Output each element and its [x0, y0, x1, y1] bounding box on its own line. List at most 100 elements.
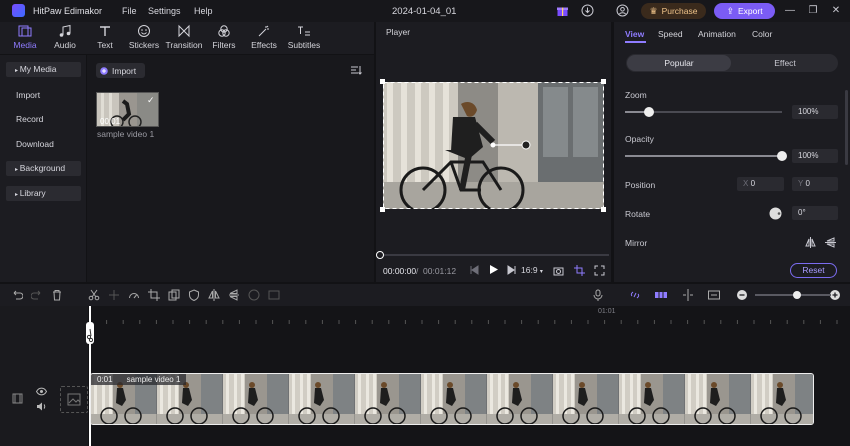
- previous-frame-icon[interactable]: [469, 265, 479, 275]
- scissors-icon[interactable]: [88, 289, 100, 301]
- link-icon[interactable]: [629, 289, 641, 301]
- nav-my-media[interactable]: ▸ My Media: [6, 62, 81, 77]
- segment-popular[interactable]: Popular: [627, 55, 731, 71]
- crop-handle-br[interactable]: [601, 207, 606, 212]
- zoom-value: 100%: [798, 107, 819, 116]
- flip-vertical-icon[interactable]: [825, 237, 836, 248]
- microphone-icon[interactable]: [592, 289, 604, 301]
- timeline-zoom-handle[interactable]: [793, 291, 801, 299]
- tab-speed[interactable]: Speed: [658, 29, 683, 39]
- tool-filters[interactable]: Filters: [204, 24, 244, 52]
- close-icon[interactable]: ✕: [829, 4, 843, 18]
- split-view-icon[interactable]: [682, 289, 694, 301]
- position-x-label: X: [743, 179, 749, 188]
- position-x-value: 0: [750, 179, 756, 188]
- tool-media[interactable]: Media: [5, 24, 45, 52]
- media-thumbnail[interactable]: ✓ 00:01: [96, 92, 159, 127]
- reverse-icon[interactable]: [268, 289, 280, 301]
- magnet-icon[interactable]: [655, 289, 667, 301]
- caption-icon[interactable]: [708, 289, 720, 301]
- menu-settings[interactable]: Settings: [148, 6, 181, 16]
- plus-circle-icon: [100, 66, 108, 75]
- flip-horizontal-icon[interactable]: [805, 237, 816, 248]
- zoom-value-field[interactable]: 100%: [792, 105, 838, 119]
- import-button[interactable]: Import: [96, 63, 145, 78]
- delete-icon[interactable]: [51, 289, 63, 301]
- nav-import[interactable]: Import: [16, 90, 40, 100]
- video-clip[interactable]: 0:01 sample video 1: [90, 373, 814, 425]
- position-y-value: 0: [805, 179, 810, 188]
- properties-scrollbar[interactable]: [845, 90, 848, 165]
- opacity-slider-handle[interactable]: [777, 151, 787, 161]
- track-cover-slot[interactable]: [60, 386, 88, 413]
- rotate-dial-icon[interactable]: [769, 207, 782, 220]
- tool-audio[interactable]: Audio: [45, 24, 85, 52]
- clip-label-bar: 0:01 sample video 1: [91, 374, 187, 385]
- menu-help[interactable]: Help: [194, 6, 213, 16]
- speed-icon[interactable]: [128, 289, 140, 301]
- opacity-value-field[interactable]: 100%: [792, 149, 838, 163]
- undo-icon[interactable]: [11, 289, 23, 301]
- tool-transition[interactable]: Transition: [164, 24, 204, 52]
- minimize-icon[interactable]: —: [783, 4, 797, 18]
- download-icon[interactable]: [581, 4, 594, 17]
- nav-background[interactable]: ▸ Background: [6, 161, 81, 176]
- crop-handle-bl[interactable]: [380, 207, 385, 212]
- flip-icon[interactable]: [228, 289, 240, 301]
- gift-icon[interactable]: [556, 4, 569, 17]
- fullscreen-icon[interactable]: [594, 265, 605, 276]
- film-icon: [12, 393, 23, 404]
- tool-stickers[interactable]: Stickers: [124, 24, 164, 52]
- position-y-field[interactable]: Y 0: [792, 177, 838, 191]
- player-progress-track[interactable]: [380, 254, 609, 256]
- account-icon[interactable]: [616, 4, 629, 17]
- segment-effect[interactable]: Effect: [735, 55, 835, 71]
- tool-subtitles[interactable]: Subtitles: [284, 24, 324, 52]
- snapshot-icon[interactable]: [553, 265, 564, 276]
- nav-library[interactable]: ▸ Library: [6, 186, 81, 201]
- speaker-icon[interactable]: [36, 402, 47, 411]
- tool-label: Text: [97, 40, 113, 50]
- tab-color[interactable]: Color: [752, 29, 772, 39]
- duplicate-icon[interactable]: [168, 289, 180, 301]
- shield-icon[interactable]: [188, 289, 200, 301]
- redo-icon[interactable]: [31, 289, 43, 301]
- purchase-button[interactable]: ♛ Purchase: [641, 3, 706, 19]
- time-separator: /: [416, 266, 419, 276]
- tab-view[interactable]: View: [625, 29, 644, 39]
- export-label: Export: [737, 6, 763, 16]
- play-icon[interactable]: [488, 264, 499, 275]
- eye-icon[interactable]: [36, 387, 47, 396]
- menu-file[interactable]: File: [122, 6, 137, 16]
- next-frame-icon[interactable]: [507, 265, 517, 275]
- aspect-ratio-select[interactable]: 16:9 ▾: [521, 265, 543, 275]
- rotate-value-field[interactable]: 0°: [792, 206, 838, 220]
- music-note-icon: [45, 24, 85, 38]
- clip-name: sample video 1: [126, 375, 181, 384]
- crop-handle-tr[interactable]: [601, 79, 606, 84]
- nav-download[interactable]: Download: [16, 139, 54, 149]
- position-x-field[interactable]: X 0: [737, 177, 784, 191]
- app-name: HitPaw Edimakor: [33, 6, 103, 16]
- crop-handle-tl[interactable]: [380, 79, 385, 84]
- crop-tool-icon[interactable]: [148, 289, 160, 301]
- crop-icon[interactable]: [574, 265, 585, 276]
- player-title: Player: [386, 27, 411, 37]
- tool-label: Filters: [212, 40, 236, 50]
- player-progress-handle[interactable]: [376, 251, 384, 259]
- mirror-icon[interactable]: [208, 289, 220, 301]
- tab-animation[interactable]: Animation: [698, 29, 736, 39]
- zoom-out-icon[interactable]: [736, 289, 748, 301]
- reset-button[interactable]: Reset: [790, 263, 837, 278]
- tool-effects[interactable]: Effects: [244, 24, 284, 52]
- split-scissors-icon[interactable]: [86, 322, 94, 344]
- zoom-slider-handle[interactable]: [644, 107, 654, 117]
- freeze-icon[interactable]: [248, 289, 260, 301]
- sort-icon[interactable]: [350, 64, 362, 76]
- maximize-icon[interactable]: ❐: [806, 4, 820, 18]
- export-button[interactable]: ⇪ Export: [714, 3, 775, 19]
- tool-text[interactable]: Text: [85, 24, 125, 52]
- import-label: Import: [112, 65, 137, 76]
- nav-record[interactable]: Record: [16, 114, 43, 124]
- move-icon[interactable]: [108, 289, 120, 301]
